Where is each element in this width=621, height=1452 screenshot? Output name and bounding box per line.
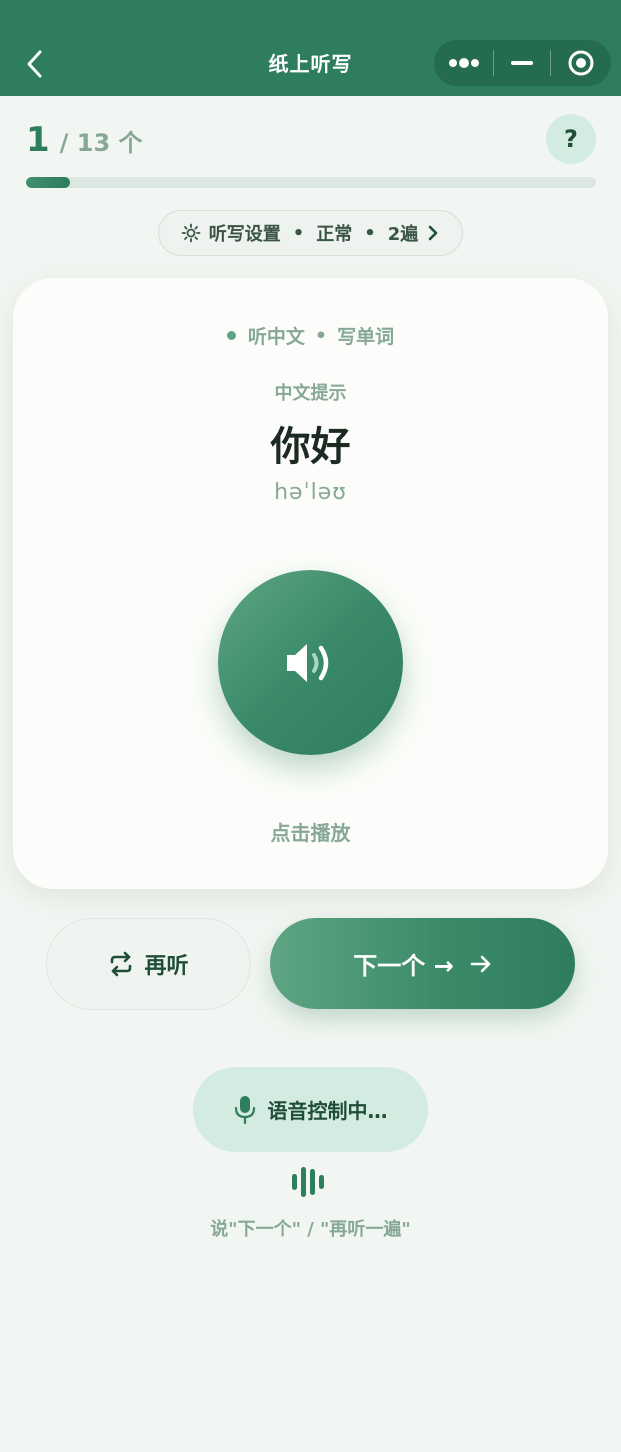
- dictation-settings-button[interactable]: 听写设置 • 正常 • 2遍: [158, 210, 463, 256]
- close-miniprogram-button[interactable]: [551, 40, 611, 86]
- more-button[interactable]: [434, 40, 493, 86]
- mode-separator: •: [314, 324, 328, 347]
- more-dots-icon: [448, 58, 479, 68]
- help-button[interactable]: ?: [546, 114, 596, 164]
- dictation-mode: 听中文 • 写单词: [0, 322, 621, 349]
- nav-header: 纸上听写: [0, 0, 621, 96]
- chevron-right-icon: [428, 225, 438, 241]
- arrow-right-icon: [470, 955, 491, 972]
- mini-program-capsule: [434, 40, 611, 86]
- separator: •: [364, 222, 376, 244]
- hint-label: 中文提示: [274, 383, 347, 404]
- phonetic: həˈləʊ: [274, 480, 347, 505]
- sun-icon: [181, 223, 201, 243]
- settings-repeat: 2遍: [387, 224, 419, 245]
- progress-fill: [26, 177, 70, 188]
- replay-button[interactable]: 再听: [46, 918, 251, 1010]
- progress-counter: 1 / 13 个: [26, 120, 143, 160]
- minimize-button[interactable]: [494, 40, 549, 86]
- progress-bar: [26, 177, 596, 188]
- dictation-page: 纸上听写 1 / 13 个 ? 听写设置 • 正常 • 2遍 听中文 • 写单词…: [0, 0, 621, 1452]
- next-label: 下一个 →: [353, 952, 454, 980]
- repeat-icon: [111, 951, 132, 977]
- play-audio-button[interactable]: [218, 570, 403, 755]
- voice-control-button[interactable]: 语音控制中…: [193, 1067, 428, 1152]
- total-count: / 13 个: [59, 129, 143, 157]
- mode-write: 写单词: [337, 326, 395, 348]
- next-word-button[interactable]: 下一个 →: [270, 918, 575, 1009]
- mode-listen: 听中文: [247, 326, 305, 348]
- voice-label: 语音控制中…: [267, 1099, 388, 1123]
- question-icon: ?: [564, 125, 578, 153]
- settings-label: 听写设置: [208, 224, 281, 245]
- microphone-icon: [234, 1095, 255, 1124]
- replay-label: 再听: [144, 954, 189, 979]
- voice-hint: 说"下一个" / "再听一遍": [210, 1219, 411, 1240]
- minimize-icon: [511, 61, 533, 65]
- sound-wave-icon: [292, 1167, 324, 1197]
- play-label: 点击播放: [270, 821, 351, 845]
- mode-dot: [226, 331, 236, 340]
- settings-speed: 正常: [316, 224, 353, 245]
- speaker-icon: [286, 643, 328, 682]
- current-index: 1: [26, 120, 50, 160]
- separator: •: [292, 222, 305, 244]
- prompt-word: 你好: [270, 424, 351, 470]
- target-close-icon: [568, 50, 594, 76]
